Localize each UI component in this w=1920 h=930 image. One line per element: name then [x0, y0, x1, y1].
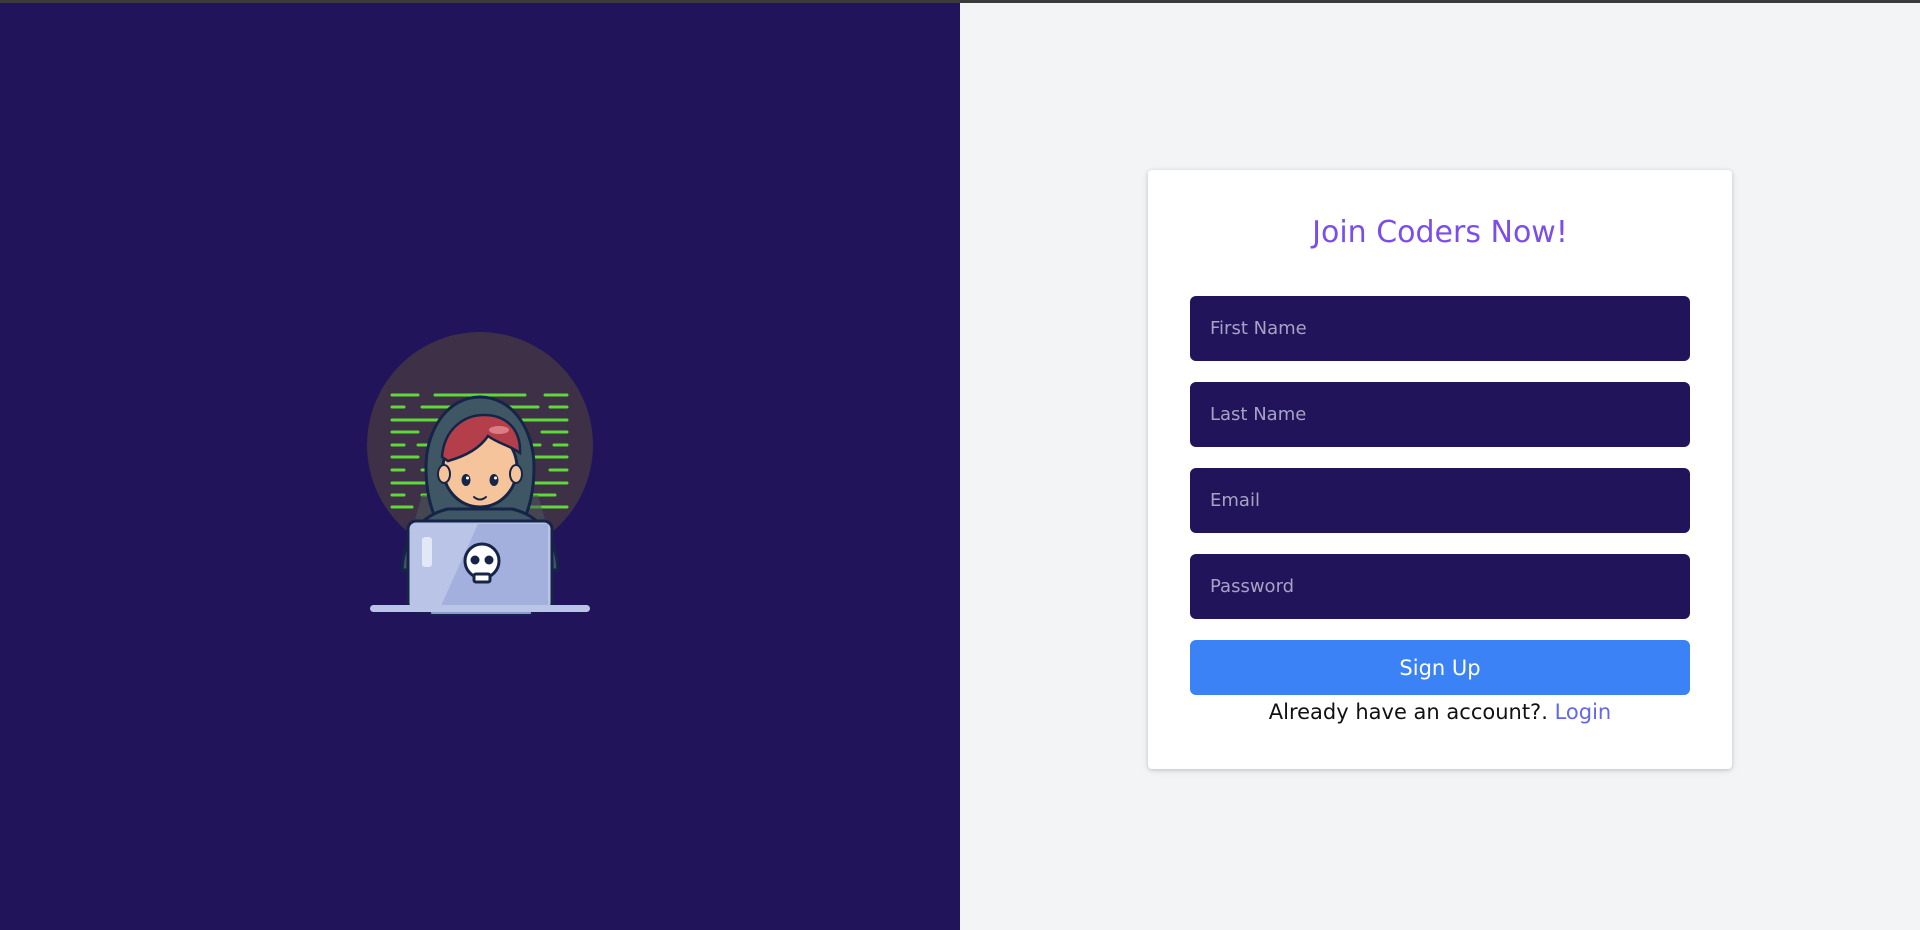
last-name-input[interactable]	[1190, 382, 1690, 447]
illustration-panel	[0, 0, 960, 930]
signup-title: Join Coders Now!	[1312, 215, 1568, 250]
signup-card: Join Coders Now! Sign Up Already have an…	[1148, 170, 1732, 769]
login-link[interactable]: Login	[1555, 700, 1612, 724]
first-name-input[interactable]	[1190, 296, 1690, 361]
email-input[interactable]	[1190, 468, 1690, 533]
sign-up-button[interactable]: Sign Up	[1190, 640, 1690, 695]
password-input[interactable]	[1190, 554, 1690, 619]
hacker-with-laptop-illustration	[367, 332, 593, 616]
window-top-border	[0, 0, 1920, 3]
login-prompt: Already have an account?. Login	[1148, 700, 1732, 724]
login-prompt-text: Already have an account?.	[1268, 700, 1548, 724]
